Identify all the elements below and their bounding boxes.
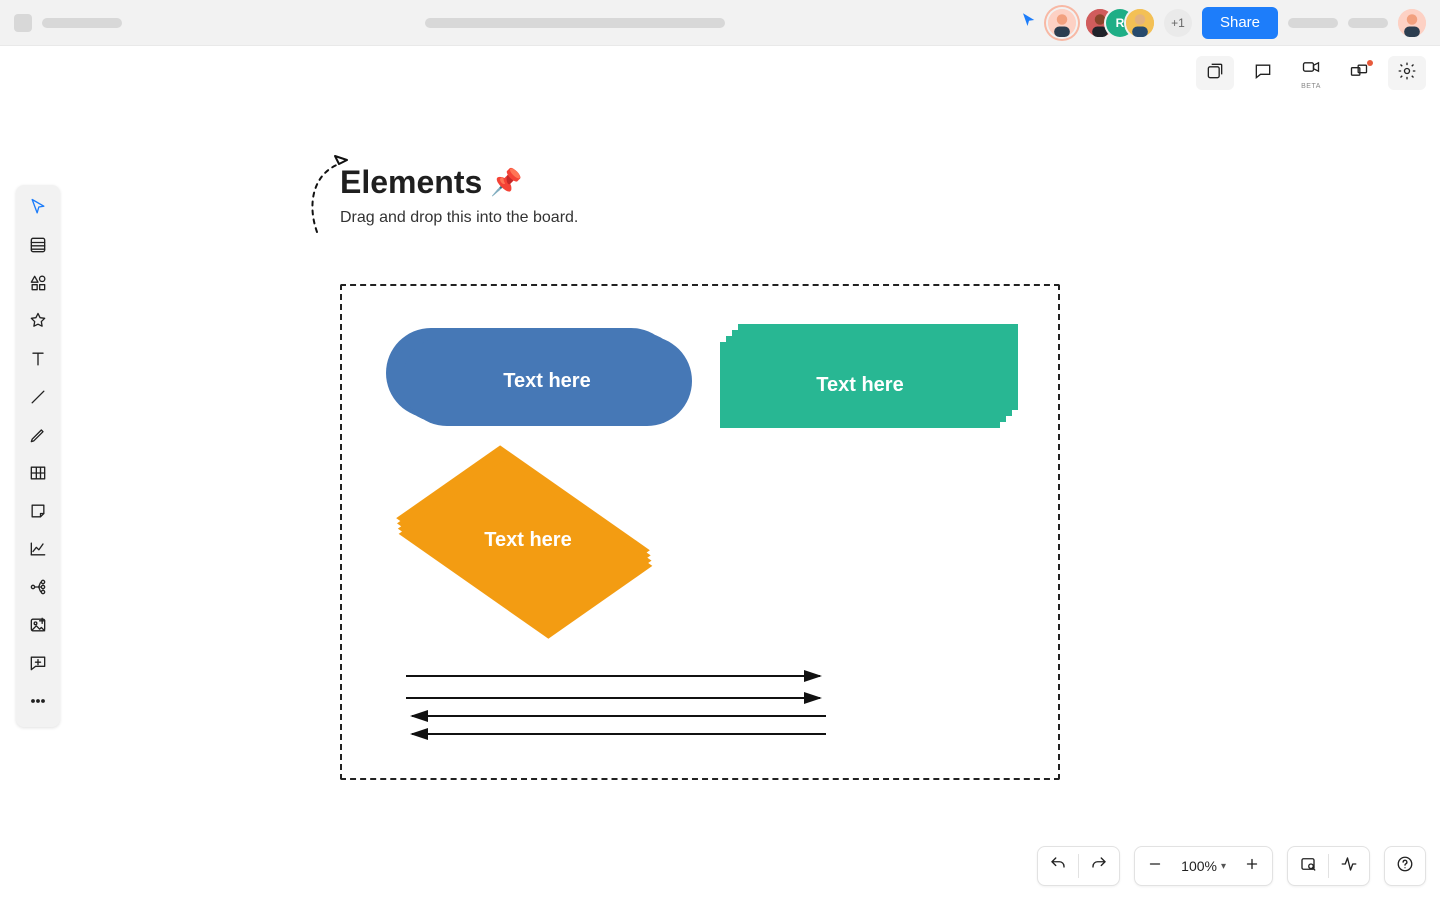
zoom-group: 100% ▾ [1134, 846, 1273, 886]
collaborator-avatar-2-initial: R [1116, 16, 1125, 30]
minimap-icon [1299, 855, 1317, 878]
zoom-level-label: 100% [1181, 858, 1217, 874]
avatar-overflow-label: +1 [1171, 16, 1185, 30]
help-group [1384, 846, 1426, 886]
current-user-avatar[interactable] [1048, 9, 1076, 37]
app-header: R +1 Share [0, 0, 1440, 46]
undo-button[interactable] [1038, 846, 1078, 886]
collaborator-avatars[interactable]: R [1086, 9, 1154, 37]
shape-orange-label: Text here [398, 452, 658, 628]
collaborator-avatar-3[interactable] [1126, 9, 1154, 37]
header-right-placeholder-2[interactable] [1348, 18, 1388, 28]
zoom-level-dropdown[interactable]: 100% ▾ [1175, 858, 1232, 874]
undo-icon [1049, 855, 1067, 878]
app-menu-placeholder[interactable] [14, 14, 32, 32]
map-button[interactable] [1288, 846, 1328, 886]
section-title-text: Elements [340, 164, 482, 201]
zoom-in-button[interactable] [1232, 846, 1272, 886]
bottom-bar: 100% ▾ [1037, 846, 1426, 886]
shape-blue-pill-stack[interactable]: Text here [400, 332, 690, 422]
section-title: Elements 📌 [340, 164, 578, 201]
redo-icon [1090, 855, 1108, 878]
board-title-placeholder[interactable] [42, 18, 122, 28]
share-button[interactable]: Share [1202, 7, 1278, 39]
help-icon [1396, 855, 1414, 878]
avatar-overflow[interactable]: +1 [1164, 9, 1192, 37]
plus-icon [1243, 855, 1261, 878]
header-center [130, 18, 1020, 28]
activity-icon [1340, 855, 1358, 878]
help-button[interactable] [1385, 846, 1425, 886]
section-heading: Elements 📌 Drag and drop this into the b… [340, 164, 578, 227]
header-right: R +1 Share [1020, 7, 1426, 39]
presence-cursor-icon [1020, 11, 1038, 32]
pin-icon: 📌 [490, 167, 522, 198]
shape-orange-diamond-stack[interactable]: Text here [398, 452, 658, 628]
section-subtitle: Drag and drop this into the board. [340, 209, 578, 227]
share-button-label: Share [1220, 14, 1260, 31]
shape-green-label: Text here [816, 374, 903, 397]
zoom-out-button[interactable] [1135, 846, 1175, 886]
undo-redo-group [1037, 846, 1120, 886]
view-group [1287, 846, 1370, 886]
account-avatar[interactable] [1398, 9, 1426, 37]
caret-down-icon: ▾ [1221, 861, 1226, 872]
minus-icon [1146, 855, 1164, 878]
canvas[interactable]: Elements 📌 Drag and drop this into the b… [0, 46, 1440, 900]
arrow-elements[interactable] [404, 664, 828, 749]
shape-green-card-stack[interactable]: Text here [722, 328, 1002, 414]
header-center-placeholder [425, 18, 725, 28]
redo-button[interactable] [1079, 846, 1119, 886]
shape-blue-label: Text here [503, 370, 590, 393]
activity-button[interactable] [1329, 846, 1369, 886]
header-right-placeholder-1[interactable] [1288, 18, 1338, 28]
